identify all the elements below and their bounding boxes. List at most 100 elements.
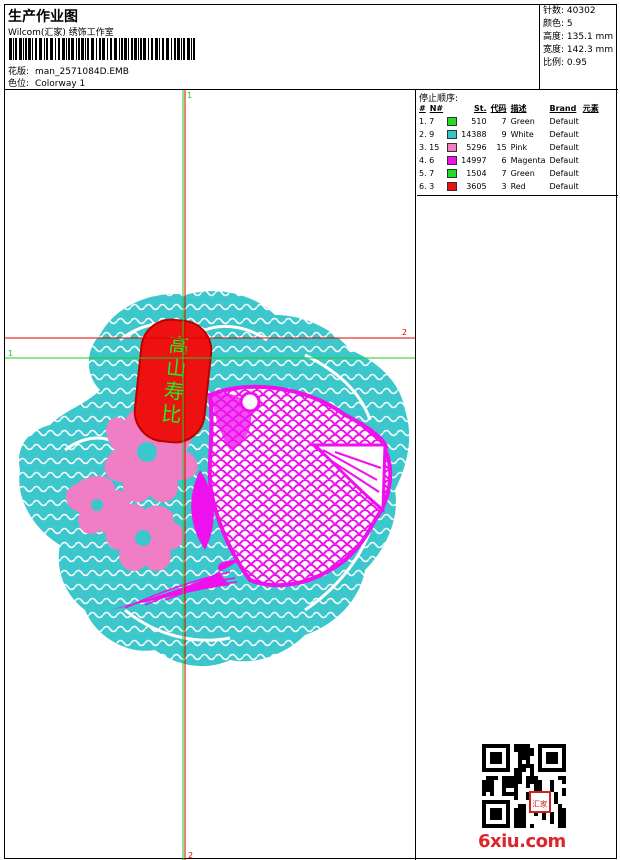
qr-module: [546, 768, 550, 772]
qr-module: [490, 788, 494, 792]
stop-index: 2. 9: [419, 130, 435, 139]
stop-index: 1. 7: [419, 117, 435, 126]
qr-module: [506, 808, 510, 812]
barcode-bar: [155, 38, 158, 60]
barcode-bar: [138, 38, 139, 60]
brand-watermark: 6xiu.com: [478, 831, 566, 852]
stop-code: 9: [501, 130, 507, 139]
colorway-row: 色位: Colorway 1: [8, 76, 85, 89]
qr-module: [502, 784, 506, 788]
stop-stitches: 1504: [466, 169, 487, 178]
barcode-bar: [102, 38, 105, 60]
qr-module: [486, 788, 490, 792]
stop-index: 5. 7: [419, 169, 435, 178]
qr-module: [506, 824, 510, 828]
stop-stitches: 14997: [461, 156, 487, 165]
col-element: 元素: [582, 104, 599, 113]
qr-module: [482, 788, 486, 792]
qr-module: [506, 776, 510, 780]
qr-module: [490, 824, 494, 828]
qr-module: [502, 776, 506, 780]
stop-row: 6. 3 3605 3 Red Default: [417, 180, 601, 193]
qr-module: [562, 808, 566, 812]
qr-module: [530, 752, 534, 756]
stop-swatch: [445, 128, 459, 141]
stop-element: [581, 141, 601, 154]
stop-table-header: # N# St. 代码 描述 Brand 元素: [417, 102, 601, 115]
barcode-bar: [121, 38, 123, 60]
qr-module: [502, 768, 506, 772]
stop-desc: White: [510, 130, 534, 139]
barcode-bar: [66, 38, 67, 60]
qr-module: [494, 812, 498, 816]
stop-element: [581, 115, 601, 128]
qr-module: [494, 824, 498, 828]
barcode-bar: [148, 38, 149, 60]
qr-module: [482, 812, 486, 816]
qr-module: [506, 752, 510, 756]
qr-module: [518, 804, 522, 808]
colorway-value: Colorway 1: [35, 79, 86, 89]
qr-module: [538, 748, 542, 752]
qr-module: [498, 752, 502, 756]
qr-module: [554, 800, 558, 804]
stop-index: 3. 15: [419, 143, 440, 152]
qr-module: [562, 776, 566, 780]
qr-module: [518, 744, 522, 748]
stop-element: [581, 167, 601, 180]
qr-module: [562, 816, 566, 820]
qr-module: [482, 768, 486, 772]
qr-module: [546, 760, 550, 764]
barcode-bar: [91, 38, 94, 60]
qr-module: [514, 816, 518, 820]
qr-module: [518, 760, 522, 764]
color-swatch: [447, 117, 458, 126]
qr-module: [486, 784, 490, 788]
barcode-bar: [50, 38, 53, 60]
qr-module: [518, 808, 522, 812]
qr-module: [554, 756, 558, 760]
stop-swatch: [445, 154, 459, 167]
qr-stamp-text: 汇家: [532, 798, 548, 808]
qr-module: [538, 752, 542, 756]
barcode-bar: [177, 38, 180, 60]
qr-module: [546, 744, 550, 748]
qr-module: [558, 808, 562, 812]
qr-module: [490, 768, 494, 772]
col-index: #: [419, 104, 426, 113]
qr-module: [490, 776, 494, 780]
barcode-bar: [85, 38, 86, 60]
qr-module: [502, 800, 506, 804]
qr-module: [542, 768, 546, 772]
qr-module: [506, 820, 510, 824]
stop-code: 7: [501, 169, 507, 178]
qr-module: [498, 760, 502, 764]
qr-module: [534, 780, 538, 784]
qr-module: [522, 764, 526, 768]
qr-module: [562, 748, 566, 752]
barcode-bar: [44, 38, 45, 60]
stop-code: 15: [496, 143, 507, 152]
color-swatch: [447, 143, 458, 152]
qr-module: [522, 808, 526, 812]
qr-module: [526, 784, 530, 788]
qr-module: [510, 792, 514, 796]
qr-module: [522, 756, 526, 760]
qr-module: [482, 808, 486, 812]
qr-module: [490, 780, 494, 784]
barcode-bar: [81, 38, 84, 60]
stop-code: 7: [501, 117, 507, 126]
qr-module: [562, 792, 566, 796]
barcode-bar: [140, 38, 142, 60]
stop-brand: Default: [549, 169, 579, 178]
qr-module: [498, 824, 502, 828]
qr-module: [562, 744, 566, 748]
qr-module: [490, 784, 494, 788]
barcode-bar: [76, 38, 77, 60]
barcode-bar: [32, 38, 33, 60]
qr-module: [538, 784, 542, 788]
col-number: N#: [429, 104, 444, 113]
qr-module: [534, 776, 538, 780]
qr-module: [558, 776, 562, 780]
qr-module: [518, 768, 522, 772]
